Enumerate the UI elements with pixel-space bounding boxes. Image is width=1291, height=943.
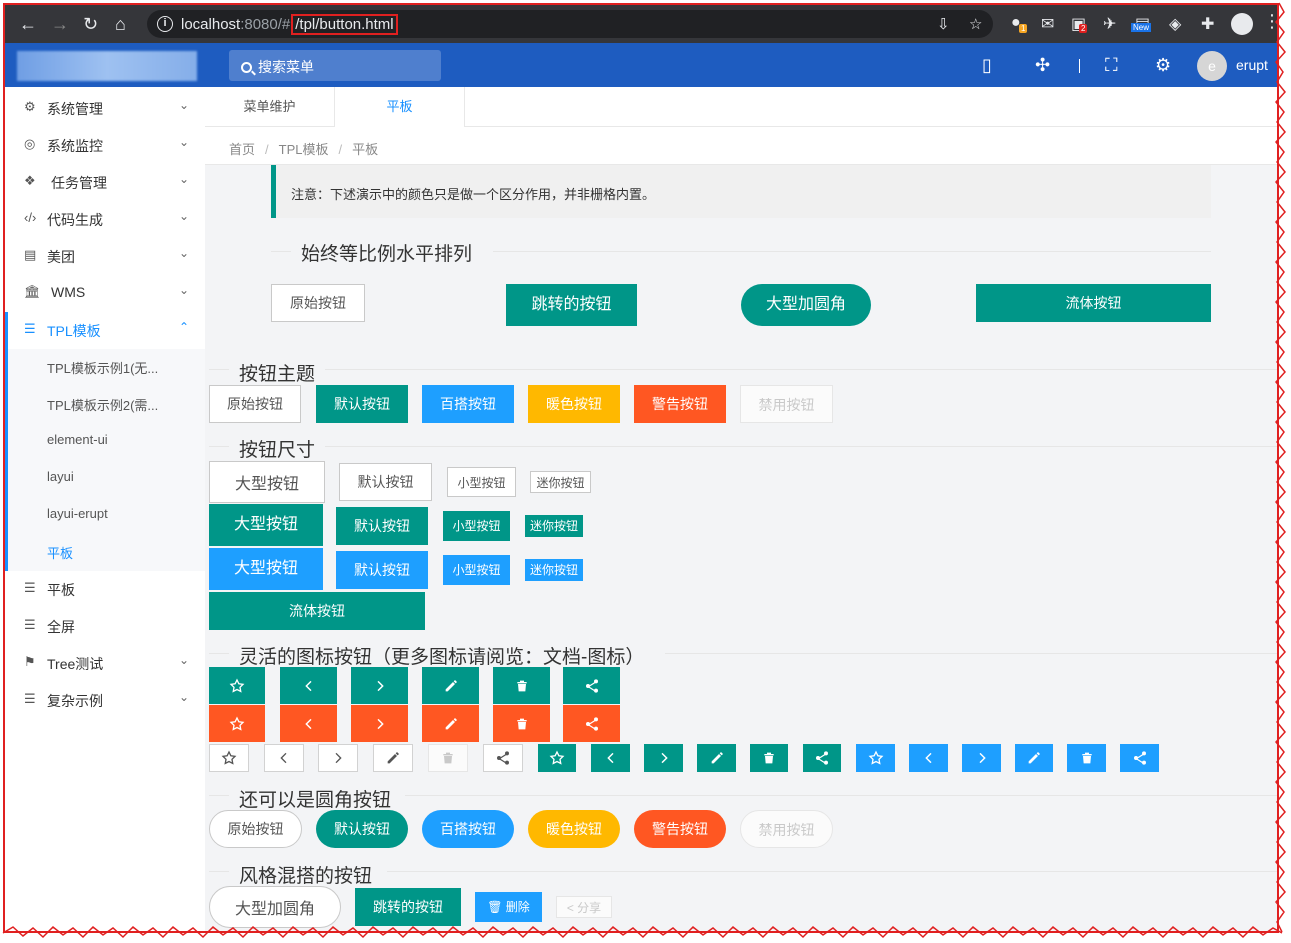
torn-edge-decoration — [2, 2, 1286, 939]
